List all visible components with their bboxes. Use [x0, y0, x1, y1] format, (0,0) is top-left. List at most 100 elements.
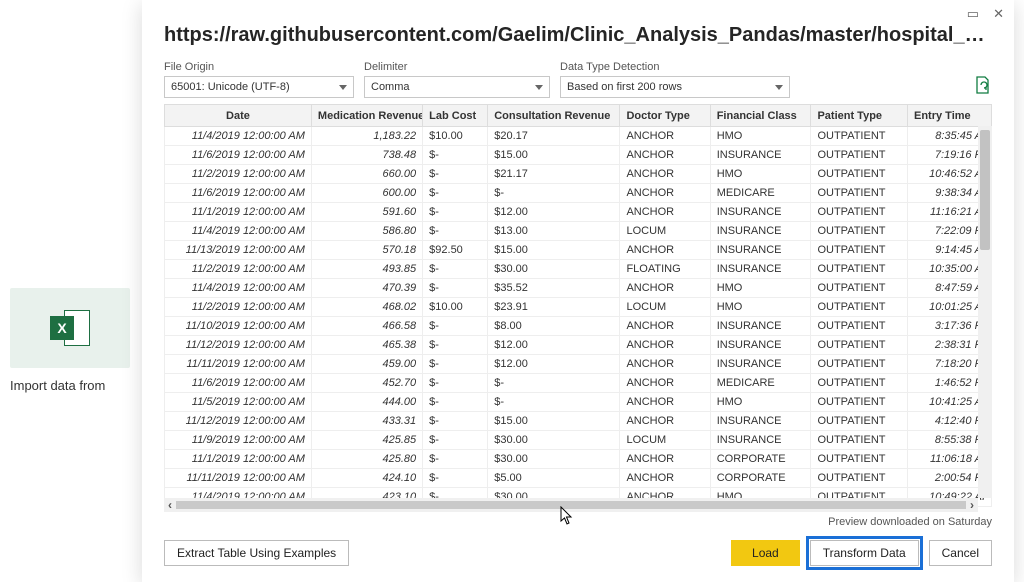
table-row[interactable]: 11/2/2019 12:00:00 AM468.02$10.00$23.91L… — [165, 298, 992, 317]
cell-cons: $12.00 — [488, 336, 620, 355]
cell-date: 11/6/2019 12:00:00 AM — [165, 146, 312, 165]
cell-fin: HMO — [710, 165, 811, 184]
dtype-label: Data Type Detection — [560, 61, 790, 73]
col-ent[interactable]: Entry Time — [908, 105, 992, 127]
cell-med: 470.39 — [311, 279, 422, 298]
cancel-button[interactable]: Cancel — [929, 540, 992, 566]
file-origin-select[interactable]: 65001: Unicode (UTF-8) — [164, 76, 354, 98]
cell-med: 466.58 — [311, 317, 422, 336]
table-row[interactable]: 11/4/2019 12:00:00 AM470.39$-$35.52ANCHO… — [165, 279, 992, 298]
table-row[interactable]: 11/1/2019 12:00:00 AM591.60$-$12.00ANCHO… — [165, 203, 992, 222]
cell-doc: ANCHOR — [620, 203, 710, 222]
cell-lab: $- — [423, 260, 488, 279]
col-fin[interactable]: Financial Class — [710, 105, 811, 127]
table-row[interactable]: 11/4/2019 12:00:00 AM586.80$-$13.00LOCUM… — [165, 222, 992, 241]
maximize-icon[interactable]: ▭ — [967, 6, 979, 22]
col-doc[interactable]: Doctor Type — [620, 105, 710, 127]
cell-fin: HMO — [710, 393, 811, 412]
cell-fin: INSURANCE — [710, 260, 811, 279]
table-row[interactable]: 11/11/2019 12:00:00 AM424.10$-$5.00ANCHO… — [165, 469, 992, 488]
delimiter-select[interactable]: Comma — [364, 76, 550, 98]
col-cons[interactable]: Consultation Revenue — [488, 105, 620, 127]
cell-date: 11/6/2019 12:00:00 AM — [165, 374, 312, 393]
preview-note: Preview downloaded on Saturday — [164, 516, 992, 528]
cell-doc: ANCHOR — [620, 317, 710, 336]
table-row[interactable]: 11/4/2019 12:00:00 AM1,183.22$10.00$20.1… — [165, 127, 992, 146]
cell-doc: ANCHOR — [620, 165, 710, 184]
cell-doc: LOCUM — [620, 222, 710, 241]
dtype-select[interactable]: Based on first 200 rows — [560, 76, 790, 98]
cell-med: 660.00 — [311, 165, 422, 184]
cell-date: 11/13/2019 12:00:00 AM — [165, 241, 312, 260]
table-row[interactable]: 11/13/2019 12:00:00 AM570.18$92.50$15.00… — [165, 241, 992, 260]
table-row[interactable]: 11/6/2019 12:00:00 AM600.00$-$-ANCHORMED… — [165, 184, 992, 203]
cell-med: 468.02 — [311, 298, 422, 317]
table-row[interactable]: 11/9/2019 12:00:00 AM425.85$-$30.00LOCUM… — [165, 431, 992, 450]
close-icon[interactable]: ✕ — [993, 6, 1004, 22]
cell-lab: $- — [423, 469, 488, 488]
refresh-icon[interactable] — [974, 76, 992, 98]
cell-lab: $- — [423, 317, 488, 336]
cell-fin: INSURANCE — [710, 146, 811, 165]
table-row[interactable]: 11/1/2019 12:00:00 AM425.80$-$30.00ANCHO… — [165, 450, 992, 469]
transform-data-button[interactable]: Transform Data — [810, 540, 919, 566]
cell-cons: $35.52 — [488, 279, 620, 298]
cell-fin: MEDICARE — [710, 374, 811, 393]
load-button[interactable]: Load — [731, 540, 800, 566]
cell-date: 11/1/2019 12:00:00 AM — [165, 450, 312, 469]
cell-doc: ANCHOR — [620, 374, 710, 393]
cell-pat: OUTPATIENT — [811, 393, 908, 412]
table-row[interactable]: 11/5/2019 12:00:00 AM444.00$-$-ANCHORHMO… — [165, 393, 992, 412]
col-pat[interactable]: Patient Type — [811, 105, 908, 127]
cell-cons: $30.00 — [488, 431, 620, 450]
cell-date: 11/2/2019 12:00:00 AM — [165, 165, 312, 184]
cell-med: 425.80 — [311, 450, 422, 469]
table-row[interactable]: 11/12/2019 12:00:00 AM433.31$-$15.00ANCH… — [165, 412, 992, 431]
cell-cons: $- — [488, 393, 620, 412]
table-row[interactable]: 11/2/2019 12:00:00 AM493.85$-$30.00FLOAT… — [165, 260, 992, 279]
table-row[interactable]: 11/2/2019 12:00:00 AM660.00$-$21.17ANCHO… — [165, 165, 992, 184]
cell-lab: $- — [423, 203, 488, 222]
excel-tile[interactable]: X — [10, 288, 130, 368]
cell-pat: OUTPATIENT — [811, 431, 908, 450]
table-row[interactable]: 11/11/2019 12:00:00 AM459.00$-$12.00ANCH… — [165, 355, 992, 374]
cell-fin: INSURANCE — [710, 412, 811, 431]
cell-med: 738.48 — [311, 146, 422, 165]
cell-cons: $8.00 — [488, 317, 620, 336]
cell-pat: OUTPATIENT — [811, 146, 908, 165]
cell-fin: HMO — [710, 298, 811, 317]
cell-date: 11/2/2019 12:00:00 AM — [165, 260, 312, 279]
scroll-right-icon[interactable]: › — [970, 498, 974, 512]
cell-cons: $20.17 — [488, 127, 620, 146]
file-origin-label: File Origin — [164, 61, 354, 73]
cell-lab: $- — [423, 279, 488, 298]
vertical-scrollbar[interactable] — [978, 126, 992, 498]
table-row[interactable]: 11/12/2019 12:00:00 AM465.38$-$12.00ANCH… — [165, 336, 992, 355]
extract-table-button[interactable]: Extract Table Using Examples — [164, 540, 349, 566]
csv-preview-dialog: ▭ ✕ https://raw.githubusercontent.com/Ga… — [142, 0, 1014, 582]
cell-date: 11/11/2019 12:00:00 AM — [165, 469, 312, 488]
cell-date: 11/1/2019 12:00:00 AM — [165, 203, 312, 222]
cell-pat: OUTPATIENT — [811, 222, 908, 241]
cell-pat: OUTPATIENT — [811, 355, 908, 374]
table-row[interactable]: 11/10/2019 12:00:00 AM466.58$-$8.00ANCHO… — [165, 317, 992, 336]
horizontal-scrollbar[interactable]: ‹ › — [164, 498, 978, 512]
cell-lab: $- — [423, 374, 488, 393]
cell-med: 493.85 — [311, 260, 422, 279]
table-row[interactable]: 11/6/2019 12:00:00 AM452.70$-$-ANCHORMED… — [165, 374, 992, 393]
excel-icon: X — [50, 310, 90, 346]
scroll-left-icon[interactable]: ‹ — [168, 498, 172, 512]
table-row[interactable]: 11/6/2019 12:00:00 AM738.48$-$15.00ANCHO… — [165, 146, 992, 165]
cell-fin: INSURANCE — [710, 431, 811, 450]
col-date[interactable]: Date — [165, 105, 312, 127]
cell-cons: $15.00 — [488, 241, 620, 260]
cell-cons: $- — [488, 374, 620, 393]
cell-doc: ANCHOR — [620, 336, 710, 355]
cell-med: 586.80 — [311, 222, 422, 241]
cell-cons: $12.00 — [488, 203, 620, 222]
col-lab[interactable]: Lab Cost — [423, 105, 488, 127]
col-med[interactable]: Medication Revenue — [311, 105, 422, 127]
cell-pat: OUTPATIENT — [811, 203, 908, 222]
cell-fin: INSURANCE — [710, 241, 811, 260]
cell-pat: OUTPATIENT — [811, 469, 908, 488]
